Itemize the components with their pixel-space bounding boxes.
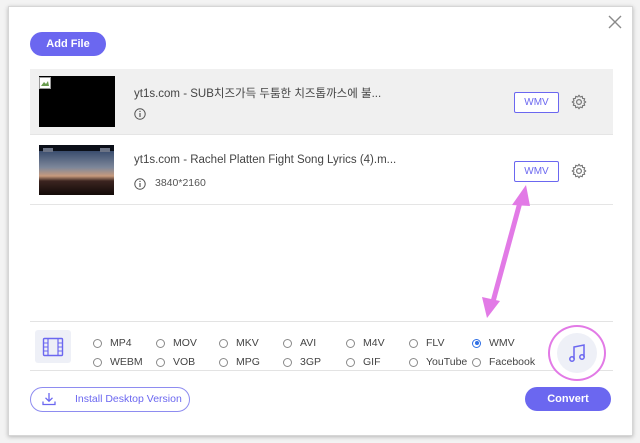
output-format-button[interactable]: WMV	[514, 92, 559, 113]
format-option-3gp[interactable]: 3GP	[283, 356, 321, 368]
format-option-facebook[interactable]: Facebook	[472, 356, 535, 368]
close-icon[interactable]	[606, 13, 624, 31]
install-desktop-button[interactable]: Install Desktop Version	[30, 387, 190, 412]
format-option-vob[interactable]: VOB	[156, 356, 195, 368]
format-option-webm[interactable]: WEBM	[93, 356, 143, 368]
format-option-gif[interactable]: GIF	[346, 356, 381, 368]
video-thumbnail	[39, 76, 115, 127]
format-option-mpg[interactable]: MPG	[219, 356, 260, 368]
format-option-mp4[interactable]: MP4	[93, 337, 132, 349]
resolution-text: 3840*2160	[155, 177, 206, 189]
gear-icon[interactable]	[571, 94, 587, 110]
output-format-button[interactable]: WMV	[514, 161, 559, 182]
info-icon[interactable]	[134, 107, 146, 120]
video-thumbnail	[39, 145, 114, 195]
format-option-wmv[interactable]: WMV	[472, 337, 515, 349]
download-icon	[41, 391, 57, 407]
format-selector: MP4 MOV MKV AVI M4V FLV WMV WEBM VOB MPG…	[30, 321, 613, 371]
broken-image-icon	[39, 76, 51, 89]
format-option-flv[interactable]: FLV	[409, 337, 444, 349]
format-option-mkv[interactable]: MKV	[219, 337, 259, 349]
file-row[interactable]: yt1s.com - SUB치즈가득 두툼한 치즈톱까스에 불... WMV	[30, 69, 613, 135]
format-option-mov[interactable]: MOV	[156, 337, 197, 349]
add-file-button[interactable]: Add File	[30, 32, 106, 56]
info-icon[interactable]	[134, 177, 146, 190]
file-row[interactable]: yt1s.com - Rachel Platten Fight Song Lyr…	[30, 135, 613, 205]
file-name: yt1s.com - Rachel Platten Fight Song Lyr…	[134, 154, 397, 166]
converter-dialog: Add File yt1s.com - SUB치즈가득 두툼한 치즈톱까스에 불…	[8, 6, 633, 436]
film-icon[interactable]	[35, 330, 71, 363]
install-desktop-label: Install Desktop Version	[75, 393, 182, 405]
format-option-avi[interactable]: AVI	[283, 337, 316, 349]
file-name: yt1s.com - SUB치즈가득 두툼한 치즈톱까스에 불...	[134, 88, 382, 100]
format-option-youtube[interactable]: YouTube	[409, 356, 467, 368]
format-option-m4v[interactable]: M4V	[346, 337, 385, 349]
file-list: yt1s.com - SUB치즈가득 두툼한 치즈톱까스에 불... WMV y…	[30, 69, 613, 205]
music-note-icon	[557, 333, 597, 373]
gear-icon[interactable]	[571, 163, 587, 179]
convert-button[interactable]: Convert	[525, 387, 611, 411]
audio-format-button[interactable]	[548, 325, 606, 381]
